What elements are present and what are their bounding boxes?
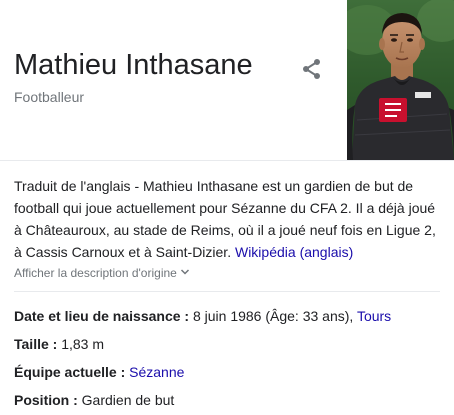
fact-team-label: Équipe actuelle : xyxy=(14,364,126,380)
fact-height-value: 1,83 m xyxy=(57,336,105,352)
player-photo[interactable] xyxy=(347,0,454,160)
birthplace-link[interactable]: Tours xyxy=(357,308,391,324)
panel-header: Mathieu Inthasane Footballeur xyxy=(0,0,454,160)
entity-description: Traduit de l'anglais - Mathieu Inthasane… xyxy=(14,175,440,263)
fact-birth: Date et lieu de naissance : 8 juin 1986 … xyxy=(14,306,391,326)
fact-height: Taille : 1,83 m xyxy=(14,334,104,354)
knowledge-panel: Mathieu Inthasane Footballeur Traduit de… xyxy=(0,0,454,415)
fact-birth-value: 8 juin 1986 (Âge: 33 ans), xyxy=(189,308,357,324)
section-divider xyxy=(14,291,440,292)
wikipedia-link[interactable]: Wikipédia (anglais) xyxy=(235,244,353,260)
fact-team: Équipe actuelle : Sézanne xyxy=(14,362,184,382)
fact-position-value: Gardien de but xyxy=(77,392,175,408)
entity-title: Mathieu Inthasane xyxy=(14,49,253,81)
fact-position-label: Position : xyxy=(14,392,78,408)
show-original-toggle[interactable]: Afficher la description d'origine xyxy=(14,265,190,281)
entity-subtitle: Footballeur xyxy=(14,89,85,105)
description-text: Traduit de l'anglais - Mathieu Inthasane… xyxy=(14,178,436,260)
share-icon[interactable] xyxy=(300,57,324,81)
fact-height-label: Taille : xyxy=(14,336,58,352)
show-original-label: Afficher la description d'origine xyxy=(14,266,177,280)
fact-birth-label: Date et lieu de naissance : xyxy=(14,308,190,324)
team-link[interactable]: Sézanne xyxy=(129,364,184,380)
fact-position: Position : Gardien de but xyxy=(14,390,174,410)
header-divider xyxy=(0,160,454,161)
chevron-down-icon xyxy=(180,265,190,281)
